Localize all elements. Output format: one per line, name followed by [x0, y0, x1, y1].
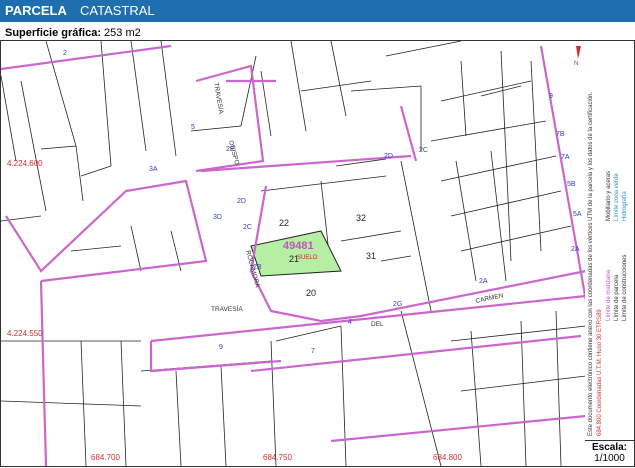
svg-text:5A: 5A: [573, 211, 582, 218]
cadastral-map[interactable]: 2 5 3A 3D 2E 2D 2C 2B 2D 2C 2A 4 2G 9 7 …: [0, 40, 587, 467]
svg-text:7B: 7B: [556, 131, 565, 138]
parcel-label: SUELO: [297, 255, 318, 261]
legend-item-parcela: Límite de parcela: [614, 274, 620, 321]
svg-text:9: 9: [219, 344, 223, 351]
svg-text:4: 4: [348, 319, 352, 326]
legend-crs: 684.800 Coordenadas U.T.M. Huso 30 ETRS8…: [597, 309, 603, 436]
legend-item-zona-verde: Límite zona verde: [614, 173, 620, 221]
svg-text:32: 32: [356, 213, 366, 223]
svg-text:7A: 7A: [561, 154, 570, 161]
surface-value: 253 m2: [104, 27, 141, 39]
legend-item-construcciones: Límite de construcciones: [622, 254, 628, 321]
header-title: PARCELA: [5, 3, 67, 18]
svg-text:2C: 2C: [243, 224, 252, 231]
svg-text:20: 20: [306, 288, 316, 298]
header-bar: PARCELA CATASTRAL: [0, 0, 635, 22]
street-names: TRAVESÍA TRAVESÍA OBISPO ROCAMORA CARMEN…: [211, 82, 504, 328]
scale-label: Escala:: [591, 442, 628, 453]
svg-text:7: 7: [311, 348, 315, 355]
svg-text:5B: 5B: [567, 181, 576, 188]
parcel-id: 49481: [283, 240, 314, 252]
x-coord-1: 684.700: [91, 453, 120, 462]
svg-text:2A: 2A: [571, 246, 580, 253]
svg-text:TRAVESÍA: TRAVESÍA: [211, 304, 243, 313]
svg-text:TRAVESÍA: TRAVESÍA: [212, 82, 226, 115]
y-coord-top: 4.224.600: [7, 159, 43, 168]
svg-text:2D: 2D: [384, 153, 393, 160]
y-coord-bottom: 4.224.550: [7, 329, 43, 338]
svg-text:2: 2: [63, 50, 67, 57]
svg-text:2C: 2C: [419, 147, 428, 154]
legend-note: Este documento electrónico contiene anex…: [588, 91, 594, 436]
legend-item-manzana: Límite de manzana: [606, 269, 612, 321]
legend-item-mobiliario: Mobiliario y aceras: [606, 170, 612, 221]
svg-text:5: 5: [191, 124, 195, 131]
street-numbers: 2 5 3A 3D 2E 2D 2C 2B 2D 2C 2A 4 2G 9 7 …: [63, 50, 582, 355]
svg-text:3A: 3A: [149, 166, 158, 173]
scale-value: 1/1000: [594, 453, 625, 464]
legend-panel: Este documento electrónico contiene anex…: [585, 40, 635, 442]
svg-text:DEL: DEL: [371, 321, 384, 328]
legend-item-hidrografia: Hidrografía: [622, 191, 628, 221]
svg-text:31: 31: [366, 251, 376, 261]
north-arrow: N: [574, 46, 581, 67]
header-subtitle: CATASTRAL: [80, 3, 155, 18]
x-coord-3: 684.800: [433, 453, 462, 462]
surface-label: Superficie gráfica:: [5, 27, 101, 39]
svg-text:22: 22: [279, 218, 289, 228]
svg-text:2G: 2G: [393, 301, 402, 308]
surface-info: Superficie gráfica: 253 m2: [5, 27, 141, 39]
scale-box: Escala: 1/1000: [585, 440, 635, 467]
svg-text:9: 9: [549, 93, 553, 100]
x-coord-2: 684.750: [263, 453, 292, 462]
svg-text:3D: 3D: [213, 214, 222, 221]
svg-text:2A: 2A: [479, 278, 488, 285]
svg-text:N: N: [574, 61, 578, 67]
svg-text:2D: 2D: [237, 198, 246, 205]
svg-text:CARMEN: CARMEN: [475, 292, 504, 305]
